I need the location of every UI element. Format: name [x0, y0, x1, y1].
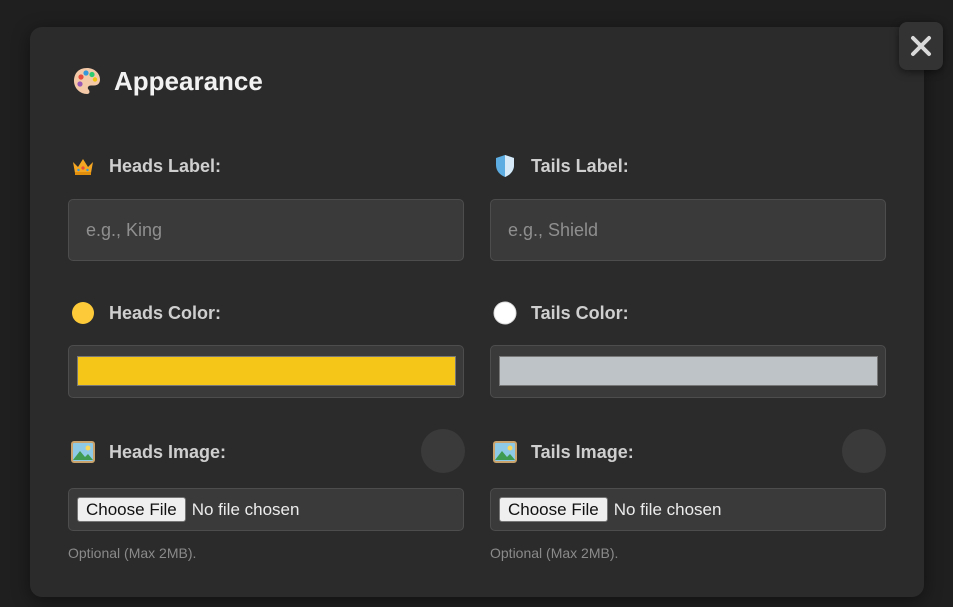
heads-label-heading: Heads Label:: [71, 153, 221, 179]
picture-icon: [71, 440, 95, 464]
heads-color-title: Heads Color:: [109, 302, 222, 323]
tails-color-swatch: [499, 356, 878, 386]
tails-file-status: No file chosen: [613, 499, 722, 519]
white-circle-icon: [493, 301, 517, 325]
tails-color-picker[interactable]: [490, 345, 886, 398]
yellow-circle-icon: [71, 301, 95, 325]
crown-icon: [71, 154, 95, 178]
heads-color-picker[interactable]: [68, 345, 464, 398]
tails-color-title: Tails Color:: [531, 302, 629, 323]
heads-file-input[interactable]: Choose File No file chosen: [68, 488, 464, 531]
shield-icon: [493, 154, 517, 178]
palette-icon: [72, 66, 102, 96]
heads-color-swatch: [77, 356, 456, 386]
close-icon: [911, 36, 931, 56]
tails-image-heading: Tails Image:: [493, 439, 634, 465]
tails-image-title: Tails Image:: [531, 441, 634, 462]
tails-file-input[interactable]: Choose File No file chosen: [490, 488, 886, 531]
tails-choose-file-button[interactable]: Choose File: [499, 497, 608, 522]
heads-label-input[interactable]: [68, 199, 464, 261]
heads-image-title: Heads Image:: [109, 441, 227, 462]
heads-image-heading: Heads Image:: [71, 439, 226, 465]
page-title: Appearance: [72, 64, 263, 98]
heads-image-hint: Optional (Max 2MB).: [68, 545, 197, 561]
heads-color-heading: Heads Color:: [71, 300, 221, 326]
heads-image-preview: [421, 429, 465, 473]
heads-label-title: Heads Label:: [109, 155, 222, 176]
tails-color-heading: Tails Color:: [493, 300, 629, 326]
heads-choose-file-button[interactable]: Choose File: [77, 497, 186, 522]
tails-label-title: Tails Label:: [531, 155, 629, 176]
tails-label-input[interactable]: [490, 199, 886, 261]
picture-icon: [493, 440, 517, 464]
title-text: Appearance: [114, 65, 263, 96]
close-button[interactable]: [899, 22, 943, 70]
tails-image-preview: [842, 429, 886, 473]
tails-label-heading: Tails Label:: [493, 153, 629, 179]
heads-file-status: No file chosen: [191, 499, 300, 519]
tails-image-hint: Optional (Max 2MB).: [490, 545, 619, 561]
